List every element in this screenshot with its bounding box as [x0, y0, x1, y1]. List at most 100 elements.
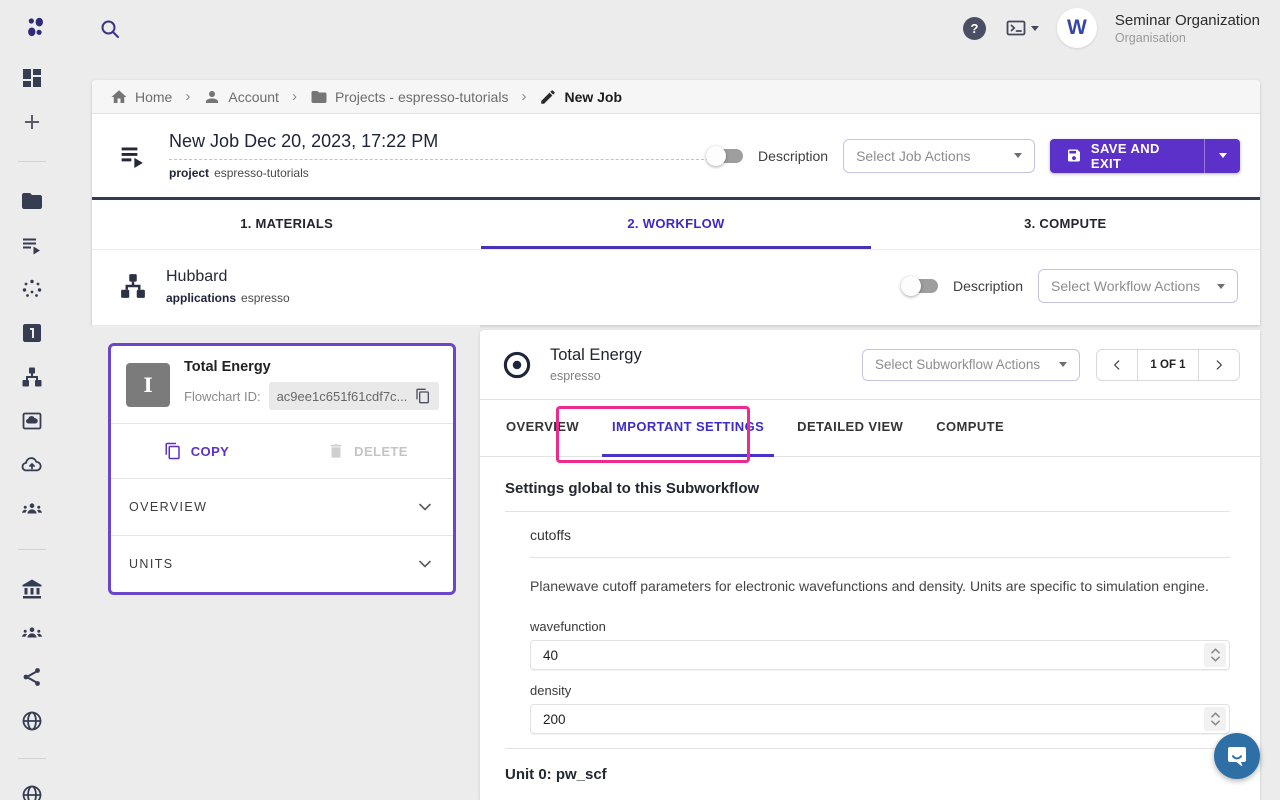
breadcrumb-separator: ›	[517, 88, 530, 105]
tab-materials[interactable]: 1. MATERIALS	[92, 200, 481, 249]
org-role: Organisation	[1115, 31, 1260, 45]
description-toggle[interactable]	[709, 149, 743, 163]
share-icon[interactable]	[0, 655, 64, 699]
dashboard-icon[interactable]	[0, 56, 64, 100]
add-icon[interactable]	[0, 100, 64, 144]
console-icon	[1004, 16, 1028, 40]
pager-prev-button[interactable]	[1097, 350, 1137, 380]
project-name: espresso-tutorials	[214, 166, 309, 180]
chevron-down-icon	[1219, 153, 1227, 158]
workflow-description-toggle[interactable]	[904, 279, 938, 293]
avatar[interactable]: W	[1057, 8, 1097, 48]
breadcrumb: Home › Account › Projects - espresso-tut…	[92, 80, 1260, 114]
save-dropdown-button[interactable]	[1204, 139, 1240, 173]
edit-icon	[539, 88, 557, 106]
chevron-down-icon	[1031, 26, 1039, 31]
units-accordion[interactable]: UNITS	[111, 536, 453, 592]
cloud-upload-icon[interactable]	[0, 443, 64, 487]
node-badge: I	[126, 363, 170, 407]
copy-icon[interactable]	[415, 388, 431, 404]
save-split-button: SAVE AND EXIT	[1050, 139, 1240, 173]
density-stepper[interactable]	[1204, 707, 1226, 731]
numbered-square-icon[interactable]	[0, 311, 64, 355]
person-icon	[203, 88, 221, 106]
wavefunction-stepper[interactable]	[1204, 643, 1226, 667]
save-and-exit-button[interactable]: SAVE AND EXIT	[1050, 139, 1204, 173]
density-field	[530, 704, 1230, 734]
copy-label: COPY	[191, 444, 229, 459]
density-label: density	[530, 683, 1230, 698]
breadcrumb-projects[interactable]: Projects - espresso-tutorials	[310, 88, 509, 106]
subworkflow-subtitle: espresso	[550, 369, 642, 383]
job-header: New Job Dec 20, 2023, 17:22 PM projectes…	[92, 114, 1260, 200]
materials-icon[interactable]	[0, 267, 64, 311]
workflow-description-label: Description	[953, 278, 1023, 294]
units-accordion-label: UNITS	[129, 557, 174, 571]
help-icon[interactable]: ?	[963, 17, 986, 40]
workflow-meta: applicationsespresso	[166, 291, 290, 305]
flowchart-id-label: Flowchart ID:	[184, 389, 261, 404]
chevron-right-icon	[1212, 358, 1226, 372]
job-actions-select[interactable]: Select Job Actions	[843, 139, 1035, 173]
density-input[interactable]	[531, 712, 1204, 727]
tab-workflow[interactable]: 2. WORKFLOW	[481, 200, 870, 249]
tab-compute[interactable]: 3. COMPUTE	[871, 200, 1260, 249]
overview-accordion[interactable]: OVERVIEW	[111, 479, 453, 535]
breadcrumb-label: Home	[135, 89, 172, 105]
folder-icon[interactable]	[0, 179, 64, 223]
breadcrumb-account[interactable]: Account	[203, 88, 279, 106]
cutoffs-description: Planewave cutoff parameters for electron…	[530, 578, 1230, 594]
chevron-down-icon	[1217, 284, 1225, 289]
tab-compute[interactable]: COMPUTE	[926, 400, 1014, 457]
console-menu[interactable]	[1004, 16, 1039, 40]
flowchart-id-chip[interactable]: ac9ee1c651f61cdf7c...	[269, 382, 440, 410]
divider	[505, 748, 1230, 749]
stepper-down-icon	[1211, 720, 1220, 726]
wavefunction-input[interactable]	[531, 648, 1204, 663]
app-logo-icon[interactable]	[22, 14, 48, 42]
left-sidebar	[0, 56, 64, 800]
job-card: Home › Account › Projects - espresso-tut…	[92, 80, 1260, 325]
org-members-icon[interactable]	[0, 611, 64, 655]
breadcrumb-label: New Job	[564, 89, 622, 105]
pager-next-button[interactable]	[1199, 350, 1239, 380]
org-block[interactable]: Seminar Organization Organisation	[1115, 12, 1260, 45]
job-icon	[118, 141, 147, 171]
total-energy-node-card[interactable]: I Total Energy Flowchart ID: ac9ee1c651f…	[108, 343, 456, 595]
node-card-actions: COPY DELETE	[111, 424, 453, 478]
people-group-icon[interactable]	[0, 487, 64, 531]
tab-detailed-view[interactable]: DETAILED VIEW	[787, 400, 913, 457]
stepper-down-icon	[1211, 656, 1220, 662]
folder-icon	[310, 88, 328, 106]
unit-heading: Unit 0: pw_scf	[505, 766, 1230, 783]
breadcrumb-home[interactable]: Home	[110, 88, 172, 106]
copy-button[interactable]: COPY	[111, 442, 282, 460]
subworkflow-pager: 1 OF 1	[1096, 349, 1240, 381]
sidebar-divider	[0, 743, 64, 773]
delete-label: DELETE	[354, 444, 408, 459]
delete-button[interactable]: DELETE	[282, 442, 453, 460]
subworkflow-header: Total Energy espresso Select Subworkflow…	[480, 330, 1260, 400]
globe-icon[interactable]	[0, 699, 64, 743]
trash-icon	[327, 442, 345, 460]
tab-important-settings[interactable]: IMPORTANT SETTINGS	[602, 400, 774, 457]
settings-heading: Settings global to this Subworkflow	[505, 480, 1230, 497]
tab-overview[interactable]: OVERVIEW	[496, 400, 589, 457]
node-title: Total Energy	[184, 359, 438, 375]
subworkflow-actions-select[interactable]: Select Subworkflow Actions	[862, 349, 1080, 381]
search-icon[interactable]	[98, 17, 122, 41]
workflow-actions-select[interactable]: Select Workflow Actions	[1038, 269, 1238, 303]
subworkflow-tabs: OVERVIEW IMPORTANT SETTINGS DETAILED VIE…	[480, 400, 1260, 457]
stepper-up-icon	[1211, 712, 1220, 718]
flowchart-id-value: ac9ee1c651f61cdf7c...	[277, 389, 408, 404]
bank-icon[interactable]	[0, 567, 64, 611]
boxed-cloud-icon[interactable]	[0, 399, 64, 443]
sidebar-divider	[0, 144, 64, 179]
breadcrumb-separator: ›	[288, 88, 301, 105]
save-label: SAVE AND EXIT	[1091, 141, 1188, 171]
workflows-icon[interactable]	[0, 355, 64, 399]
job-title[interactable]: New Job Dec 20, 2023, 17:22 PM	[169, 131, 709, 160]
globe-partial-icon[interactable]	[0, 773, 64, 800]
chat-button[interactable]	[1214, 733, 1260, 779]
jobs-icon[interactable]	[0, 223, 64, 267]
